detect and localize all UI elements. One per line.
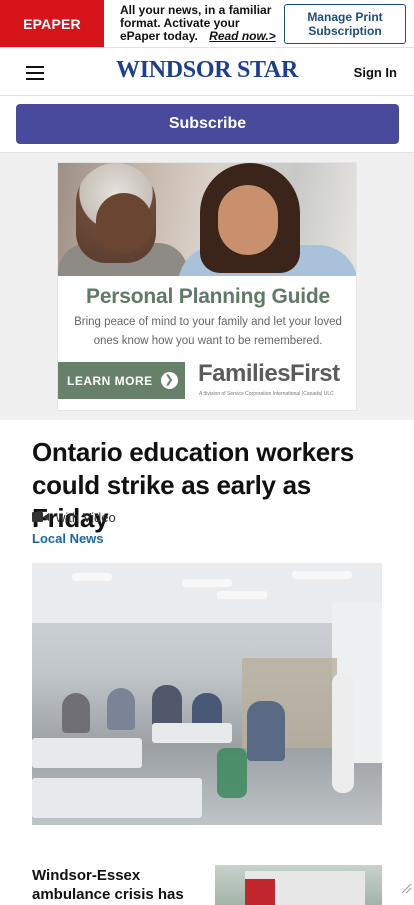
ad-container: Personal Planning Guide Bring peace of m… bbox=[0, 153, 414, 420]
read-now-link[interactable]: Read now.> bbox=[209, 29, 276, 43]
manage-print-subscription-button[interactable]: Manage Print Subscription bbox=[284, 4, 406, 44]
arrow-right-circle-icon: ❯ bbox=[161, 372, 178, 389]
ad-photo bbox=[58, 163, 357, 276]
subscribe-bar: Subscribe bbox=[0, 96, 414, 153]
ad-brand-subtext: A division of Service Corporation Intern… bbox=[199, 391, 334, 397]
article-category-link[interactable]: Local News bbox=[32, 531, 104, 546]
story2-image[interactable] bbox=[215, 865, 382, 905]
ad-body: Bring peace of mind to your family and l… bbox=[68, 313, 348, 351]
epaper-message: All your news, in a familiar format. Act… bbox=[104, 0, 280, 47]
ad-cta-label: LEARN MORE bbox=[67, 374, 153, 388]
video-camera-icon bbox=[32, 512, 49, 522]
advertisement[interactable]: Personal Planning Guide Bring peace of m… bbox=[57, 162, 357, 411]
site-header: WINDSOR STAR Sign In bbox=[0, 47, 414, 96]
site-logo[interactable]: WINDSOR STAR bbox=[0, 57, 414, 84]
story2-headline[interactable]: Windsor-Essex ambulance crisis has bbox=[32, 866, 192, 904]
ad-brand-logo: FamiliesFirst bbox=[198, 360, 340, 388]
video-label: with Video bbox=[56, 510, 116, 525]
resize-handle-icon bbox=[400, 882, 412, 894]
sign-in-link[interactable]: Sign In bbox=[354, 65, 397, 80]
article-image[interactable] bbox=[32, 563, 382, 825]
video-indicator: with Video bbox=[32, 509, 116, 525]
subscribe-button[interactable]: Subscribe bbox=[16, 104, 399, 144]
ad-learn-more-button[interactable]: LEARN MORE ❯ bbox=[58, 362, 185, 399]
epaper-banner: EPAPER All your news, in a familiar form… bbox=[0, 0, 414, 47]
ad-title: Personal Planning Guide bbox=[58, 285, 357, 309]
epaper-badge[interactable]: EPAPER bbox=[0, 0, 104, 47]
